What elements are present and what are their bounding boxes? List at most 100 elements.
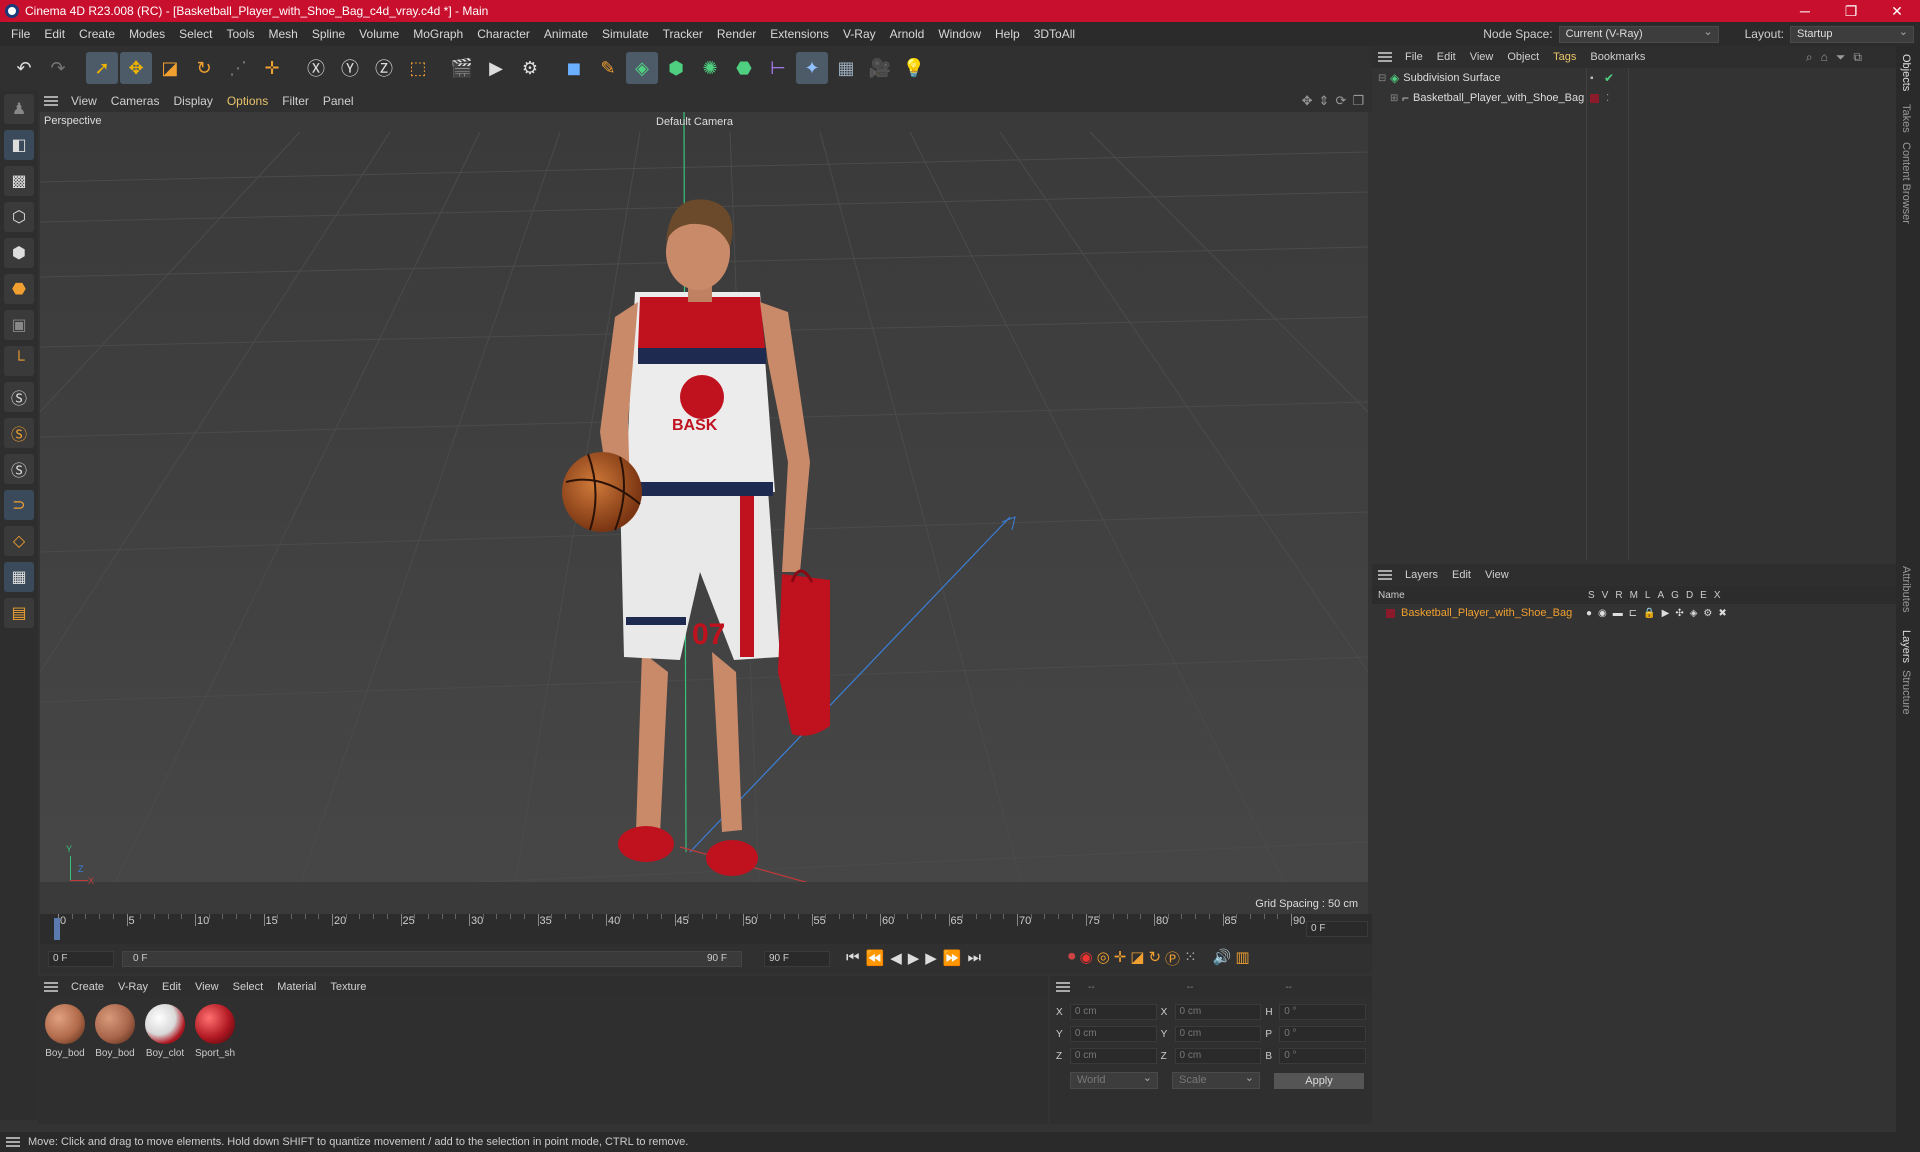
key-position-icon[interactable]: ✛ [1114,948,1127,969]
home-icon[interactable]: ⌂ [1821,50,1828,65]
model-mode-icon[interactable]: ◧ [4,130,34,160]
object-menu-bookmarks[interactable]: Bookmarks [1583,51,1652,63]
menu-volume[interactable]: Volume [352,27,406,41]
menu-create[interactable]: Create [72,27,122,41]
frame-range-slider[interactable]: 0 F 90 F [122,951,742,967]
position-y-field[interactable]: 0 cm [1069,1026,1157,1042]
menu-arnold[interactable]: Arnold [883,27,932,41]
next-key-icon[interactable]: ⏩ [943,949,962,967]
layer-col-render[interactable]: R [1615,590,1622,601]
rotate-tool-icon[interactable]: ↻ [188,52,220,84]
recent-tool-icon[interactable]: ⋰ [222,52,254,84]
z-axis-lock-icon[interactable]: Ⓩ [368,52,400,84]
object-menu-view[interactable]: View [1463,51,1501,63]
menu-edit[interactable]: Edit [37,27,72,41]
menu-3dtoall[interactable]: 3DToAll [1027,27,1082,41]
object-name[interactable]: Basketball_Player_with_Shoe_Bag [1413,92,1584,104]
polygons-mode-icon[interactable]: ⬣ [4,274,34,304]
layer-col-expressions[interactable]: E [1700,590,1707,601]
viewport-menu-icon[interactable] [44,96,58,106]
menu-character[interactable]: Character [470,27,537,41]
viewport-menu-filter[interactable]: Filter [275,94,316,108]
object-row[interactable]: ⊞ ⌐ Basketball_Player_with_Shoe_Bag ⁚ [1372,88,1896,108]
object-menu-tags[interactable]: Tags [1546,51,1583,63]
timeline-window-icon[interactable]: ▥ [1235,948,1249,969]
points-mode-icon[interactable]: ⬡ [4,202,34,232]
play-icon[interactable]: ▶ [908,949,920,967]
size-y-field[interactable]: 0 cm [1174,1026,1262,1042]
edges-mode-icon[interactable]: ⬢ [4,238,34,268]
axis-mode-icon[interactable]: └ [4,346,34,376]
material-swatch[interactable]: Boy_clot [142,1004,188,1059]
layer-solo-icon[interactable]: ● [1586,608,1592,619]
object-name[interactable]: Subdivision Surface [1403,72,1500,84]
status-menu-icon[interactable] [6,1137,20,1147]
layer-menu-icon[interactable] [1378,570,1392,580]
viewport-maximize-icon[interactable]: ❐ [1352,93,1364,109]
material-menu-create[interactable]: Create [64,981,111,993]
menu-simulate[interactable]: Simulate [595,27,656,41]
enabled-check-icon[interactable]: ✔ [1604,71,1614,85]
material-menu-edit[interactable]: Edit [155,981,188,993]
current-frame-field[interactable]: 0 F [1306,921,1368,937]
sound-icon[interactable]: 🔊 [1213,948,1232,969]
menu-spline[interactable]: Spline [305,27,352,41]
minimize-button[interactable]: ─ [1782,3,1828,19]
object-menu-edit[interactable]: Edit [1430,51,1463,63]
material-swatch[interactable]: Sport_sh [192,1004,238,1059]
viewport-zoom-icon[interactable]: ⇕ [1319,93,1330,109]
menu-file[interactable]: File [4,27,37,41]
position-x-field[interactable]: 0 cm [1069,1004,1157,1020]
layer-lock-icon[interactable]: 🔒 [1643,608,1655,619]
menu-modes[interactable]: Modes [122,27,172,41]
object-menu-file[interactable]: File [1398,51,1430,63]
tab-content-browser[interactable]: Content Browser [1900,142,1912,224]
collapse-icon[interactable]: ⊟ [1378,73,1390,84]
rotation-b-field[interactable]: 0 ° [1279,1048,1367,1064]
viewport-rotate-icon[interactable]: ⟳ [1335,93,1346,109]
redo-icon[interactable]: ↷ [42,52,74,84]
search-icon[interactable]: ⌕ [1806,50,1813,65]
restore-button[interactable]: ❐ [1828,3,1874,20]
field-icon[interactable]: ⊢ [762,52,794,84]
menu-vray[interactable]: V-Ray [836,27,883,41]
x-axis-lock-icon[interactable]: Ⓧ [300,52,332,84]
key-scale-icon[interactable]: ◪ [1130,948,1144,969]
menu-tracker[interactable]: Tracker [656,27,710,41]
object-menu-icon[interactable] [1378,52,1392,62]
light-icon[interactable]: 💡 [898,52,930,84]
3d-viewport[interactable]: 07 BASK Perspective Default Camera Grid … [40,112,1368,914]
layer-animation-icon[interactable]: ▶ [1662,608,1670,619]
workplane-icon[interactable]: ◇ [4,526,34,556]
layer-row[interactable]: Basketball_Player_with_Shoe_Bag ● ◉ ▬ ⊏ … [1372,604,1896,622]
filter-icon[interactable]: ⏷ [1836,50,1846,65]
material-menu-view[interactable]: View [188,981,226,993]
layout-dropdown[interactable]: Startup [1790,25,1914,43]
layer-col-deformers[interactable]: D [1686,590,1693,601]
apply-button[interactable]: Apply [1274,1072,1364,1089]
menu-render[interactable]: Render [710,27,763,41]
viewport-menu-options[interactable]: Options [220,94,275,108]
tab-objects[interactable]: Objects [1900,54,1912,91]
layer-menu-edit[interactable]: Edit [1445,569,1478,581]
menu-help[interactable]: Help [988,27,1027,41]
viewport-menu-view[interactable]: View [64,94,104,108]
visibility-dots-icon[interactable]: ⁚ [1606,93,1609,104]
visibility-dots-icon[interactable]: ▪ [1590,73,1594,84]
prev-frame-icon[interactable]: ◀ [890,949,902,967]
viewport-pan-icon[interactable]: ✥ [1302,93,1313,109]
tab-attributes[interactable]: Attributes [1900,566,1912,612]
layer-color-swatch[interactable] [1386,608,1395,618]
layer-manager-icon[interactable]: ⊏ [1629,608,1637,619]
texture-mode-icon[interactable]: ▩ [4,166,34,196]
coordinate-system-icon[interactable]: ⬚ [402,52,434,84]
scale-tool-icon[interactable]: ◪ [154,52,186,84]
uv-mode-icon[interactable]: ▣ [4,310,34,340]
record-keys-icon[interactable]: ⏺ [1068,948,1076,969]
object-menu-object[interactable]: Object [1500,51,1546,63]
viewport-menu-cameras[interactable]: Cameras [104,94,167,108]
layer-expression-icon[interactable]: ⚙ [1703,608,1712,619]
make-editable-icon[interactable]: ♟ [4,94,34,124]
layer-generator-icon[interactable]: ✣ [1675,608,1683,619]
scene-environment-icon[interactable]: ✦ [796,52,828,84]
